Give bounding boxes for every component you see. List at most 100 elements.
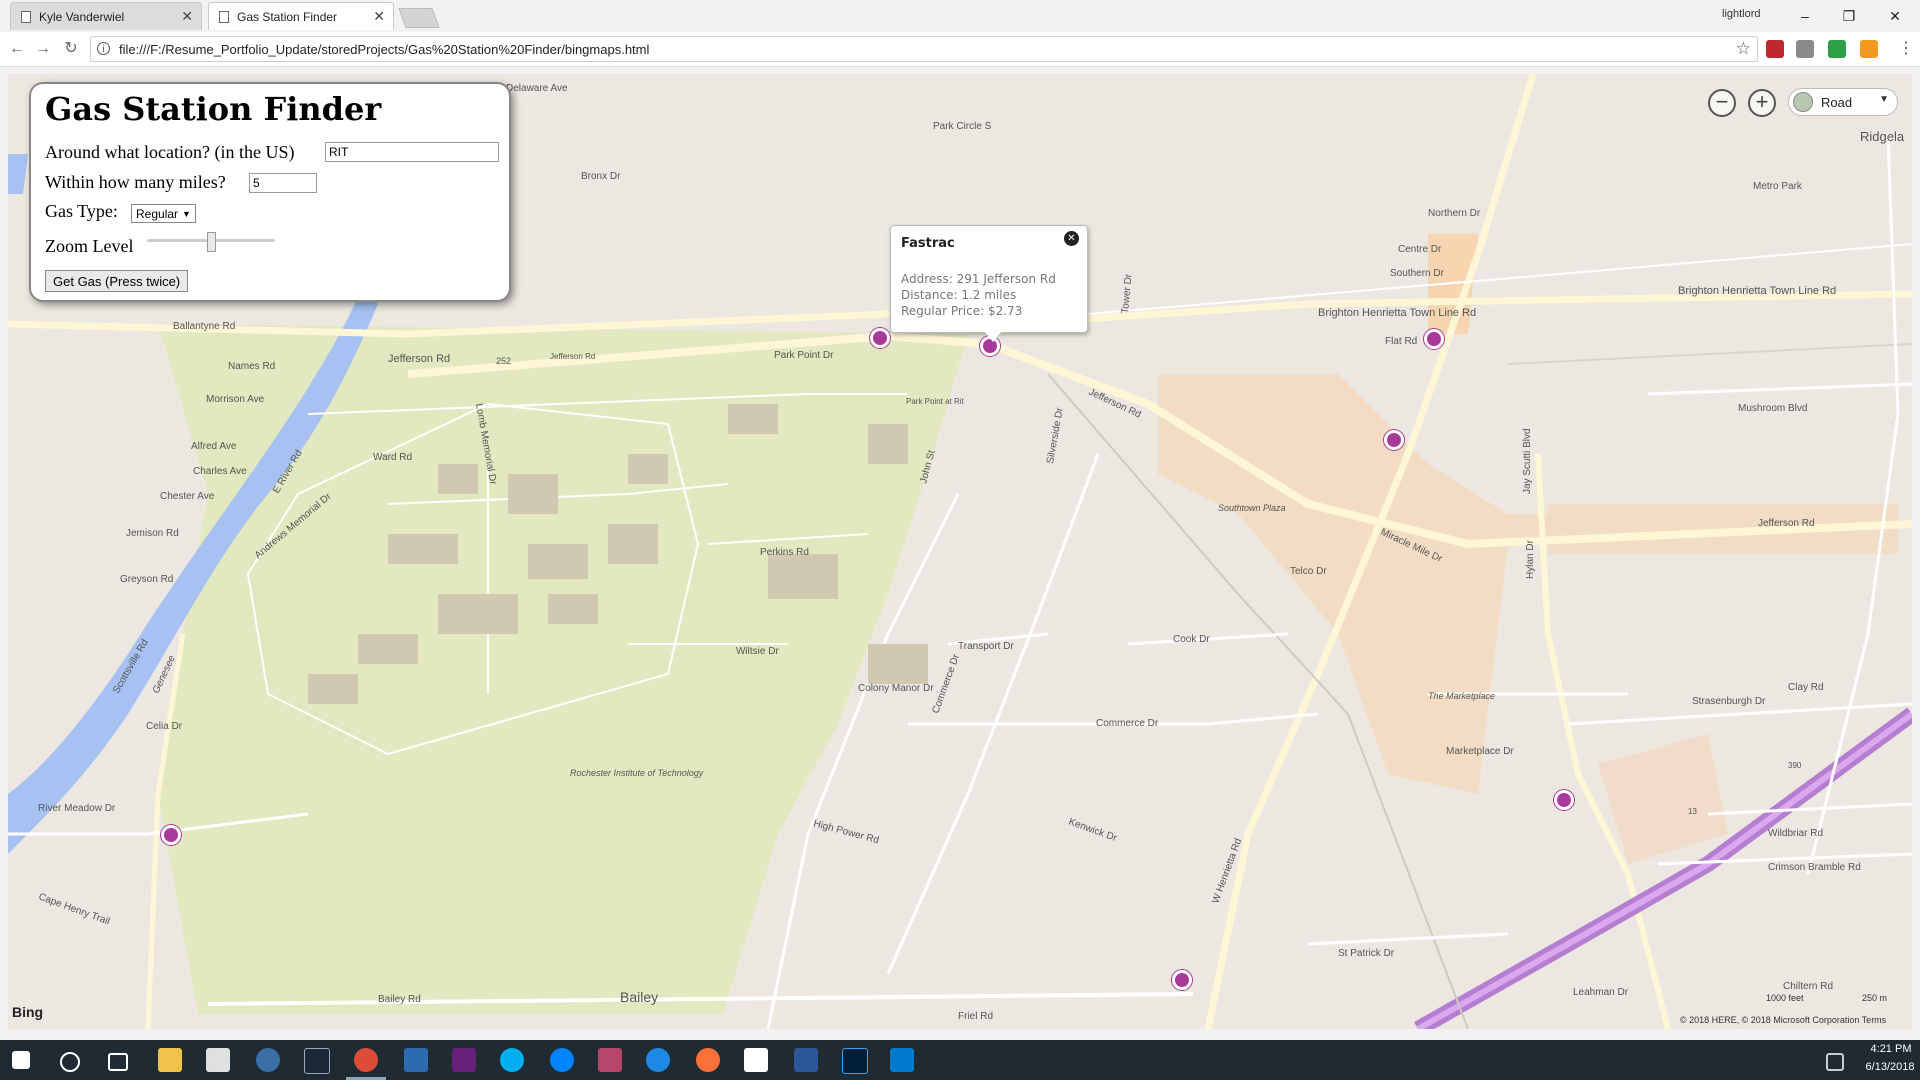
location-input[interactable] xyxy=(325,142,499,162)
photoshop-icon[interactable] xyxy=(842,1048,868,1074)
station-infobox: Fastrac ✕ Address: 291 Jefferson Rd Dist… xyxy=(890,225,1088,342)
gas-station-pin[interactable] xyxy=(870,328,890,348)
taskbar-time[interactable]: 4:21 PM xyxy=(1866,1043,1916,1055)
extension-icon[interactable] xyxy=(1796,40,1814,58)
tab-close-icon[interactable]: ✕ xyxy=(373,8,385,25)
address-bar[interactable]: i file:///F:/Resume_Portfolio_Update/sto… xyxy=(90,36,1758,62)
map-label: Flat Rd xyxy=(1385,336,1417,347)
scale-bar-feet: 1000 feet xyxy=(1766,993,1804,1003)
map-label: Kenwick Dr xyxy=(1067,816,1119,844)
zoom-level-slider-thumb[interactable] xyxy=(207,232,216,252)
map-type-selector[interactable]: Road ▼ xyxy=(1788,88,1898,116)
map-label: Jefferson Rd xyxy=(388,353,450,365)
tab-close-icon[interactable]: ✕ xyxy=(181,8,193,25)
map-label: Friel Rd xyxy=(958,1011,993,1022)
windows-start-icon[interactable] xyxy=(12,1051,30,1069)
get-gas-button[interactable]: Get Gas (Press twice) xyxy=(45,270,189,292)
map-label: Park Circle S xyxy=(933,121,992,132)
gas-type-value: Regular xyxy=(136,206,179,221)
map-label: Clay Rd xyxy=(1788,682,1824,693)
visual-studio-icon[interactable] xyxy=(452,1048,476,1072)
map-label: Perkins Rd xyxy=(760,547,809,558)
map-label: St Patrick Dr xyxy=(1338,948,1395,959)
map-label: Jefferson Rd xyxy=(550,352,595,361)
gas-station-pin[interactable] xyxy=(1424,329,1444,349)
map-label: Bailey xyxy=(620,989,658,1005)
file-explorer-icon[interactable] xyxy=(158,1048,182,1072)
map-label: Colony Manor Dr xyxy=(858,683,934,694)
new-tab-button[interactable] xyxy=(398,8,440,28)
map-label: Jemison Rd xyxy=(126,528,179,539)
gas-station-pin[interactable] xyxy=(1554,790,1574,810)
scale-bar-meters: 250 m xyxy=(1862,993,1888,1003)
firefox-icon[interactable] xyxy=(696,1048,720,1072)
map-label: Bronx Dr xyxy=(581,171,621,182)
cortana-icon[interactable] xyxy=(60,1052,80,1072)
map-label: 13 xyxy=(1688,807,1697,816)
map-label: Wildbriar Rd xyxy=(1768,828,1823,839)
messenger-icon[interactable] xyxy=(550,1048,574,1072)
map-label: 252 xyxy=(496,356,511,366)
bookmark-star-icon[interactable]: ☆ xyxy=(1736,39,1751,59)
gas-station-pin[interactable] xyxy=(1172,970,1192,990)
rss-icon[interactable] xyxy=(1860,40,1878,58)
task-view-icon[interactable] xyxy=(108,1053,128,1071)
globe-icon xyxy=(1793,92,1813,112)
gas-type-select[interactable]: Regular ▼ xyxy=(131,204,196,223)
map-label: Southtown Plaza xyxy=(1218,503,1286,513)
gas-station-pin[interactable] xyxy=(161,825,181,845)
gas-station-pin[interactable] xyxy=(1384,430,1404,450)
notes-icon[interactable] xyxy=(744,1048,768,1072)
map-label: Tower Dr xyxy=(1120,273,1135,314)
vscode-icon[interactable] xyxy=(890,1048,914,1072)
search-panel: Gas Station Finder Around what location?… xyxy=(29,82,511,302)
info-icon[interactable]: i xyxy=(97,42,110,55)
mail-icon[interactable] xyxy=(206,1048,230,1072)
map-label: Chester Ave xyxy=(160,491,215,502)
minimize-button[interactable]: – xyxy=(1782,4,1828,28)
chevron-down-icon: ▼ xyxy=(1879,94,1889,105)
tab-gas-station-finder[interactable]: Gas Station Finder ✕ xyxy=(208,2,394,30)
browser-toolbar: ← → ↻ i file:///F:/Resume_Portfolio_Upda… xyxy=(0,32,1920,67)
menu-dots-icon[interactable]: ⋮ xyxy=(1898,38,1914,58)
extension-green-icon[interactable] xyxy=(1828,40,1846,58)
map-label: Greyson Rd xyxy=(120,574,173,585)
map-label: Marketplace Dr xyxy=(1446,746,1514,757)
app-icon[interactable] xyxy=(256,1048,280,1072)
reload-icon[interactable]: ↻ xyxy=(60,38,82,60)
map-label: Centre Dr xyxy=(1398,244,1442,255)
miles-input[interactable] xyxy=(249,173,317,193)
commercial-area xyxy=(1598,734,1728,864)
forward-arrow-icon[interactable]: → xyxy=(32,38,54,60)
chrome-icon[interactable] xyxy=(354,1048,378,1072)
map-label: Ridgela xyxy=(1860,129,1905,144)
tab-label: Kyle Vanderwiel xyxy=(39,9,125,24)
map-label: Morrison Ave xyxy=(206,394,265,405)
app-icon[interactable] xyxy=(404,1048,428,1072)
map-label: Chiltern Rd xyxy=(1783,981,1833,992)
map-label: Park Point Dr xyxy=(774,350,834,361)
zoom-out-button[interactable]: − xyxy=(1708,89,1736,117)
steam-icon[interactable] xyxy=(304,1048,330,1074)
app-icon[interactable] xyxy=(598,1048,622,1072)
skype-icon[interactable] xyxy=(500,1048,524,1072)
map-label: Leahman Dr xyxy=(1573,987,1629,998)
restore-button[interactable]: ❐ xyxy=(1826,4,1872,28)
extension-ublock-icon[interactable] xyxy=(1766,40,1784,58)
url-text: file:///F:/Resume_Portfolio_Update/store… xyxy=(119,42,650,57)
close-window-button[interactable]: ✕ xyxy=(1872,4,1918,28)
map-label: Bailey Rd xyxy=(378,994,421,1005)
map-label: Silverside Dr xyxy=(1045,406,1066,464)
word-icon[interactable] xyxy=(794,1048,818,1072)
tab-label: Gas Station Finder xyxy=(237,9,338,24)
taskbar-date[interactable]: 6/13/2018 xyxy=(1862,1061,1918,1073)
maps-icon[interactable] xyxy=(646,1048,670,1072)
close-icon[interactable]: ✕ xyxy=(1064,231,1079,246)
back-arrow-icon[interactable]: ← xyxy=(6,38,28,60)
tab-kyle-vanderwiel[interactable]: Kyle Vanderwiel ✕ xyxy=(10,2,202,30)
profile-name[interactable]: lightlord xyxy=(1722,8,1761,20)
pen-icon[interactable] xyxy=(1826,1053,1844,1071)
zoom-in-button[interactable]: + xyxy=(1748,89,1776,117)
bing-logo: Bing xyxy=(12,1004,44,1020)
infobox-pointer xyxy=(985,332,1001,342)
